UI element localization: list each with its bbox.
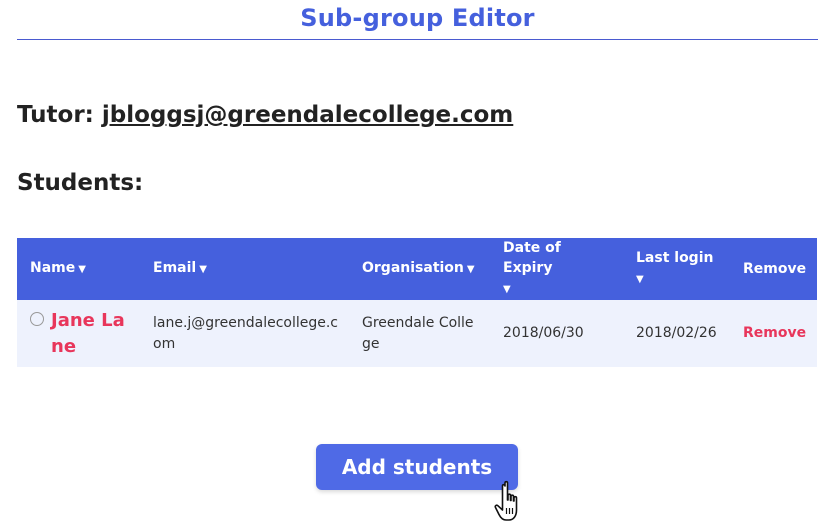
add-students-button[interactable]: Add students	[316, 444, 518, 490]
tutor-line: Tutor: jbloggsj@greendalecollege.com	[17, 102, 513, 128]
tutor-email-link[interactable]: jbloggsj@greendalecollege.com	[102, 102, 513, 128]
caret-down-icon: ▼	[466, 264, 475, 275]
column-header-last-login[interactable]: Last login ▼	[623, 238, 730, 300]
column-header-remove: Remove	[743, 261, 807, 277]
remove-button[interactable]: Remove	[743, 325, 806, 341]
student-expiry: 2018/06/30	[503, 325, 584, 341]
caret-down-icon: ▼	[78, 264, 86, 275]
student-email: lane.j@greendalecollege.com	[153, 314, 339, 352]
page-title: Sub-group Editor	[300, 4, 535, 32]
table-row: Jane Lane lane.j@greendalecollege.com Gr…	[17, 300, 817, 367]
students-table: Name ▼ Email ▼ Organisation ▼ Date of Expir…	[17, 238, 817, 367]
title-divider	[17, 39, 818, 40]
column-header-expiry[interactable]: Date of Expiry ▼	[490, 238, 623, 300]
students-heading: Students:	[17, 170, 144, 196]
tutor-label: Tutor:	[17, 102, 94, 128]
column-header-organisation[interactable]: Organisation ▼	[349, 238, 490, 300]
hand-pointer-icon	[494, 480, 518, 521]
student-name-link[interactable]: Jane Lane	[51, 308, 132, 360]
student-last-login: 2018/02/26	[636, 325, 717, 341]
select-radio-icon[interactable]	[30, 311, 44, 326]
column-header-email[interactable]: Email ▼	[140, 238, 349, 300]
student-organisation: Greendale College	[362, 314, 474, 352]
caret-down-icon: ▼	[636, 274, 644, 285]
table-header-row: Name ▼ Email ▼ Organisation ▼ Date of Expir…	[17, 238, 817, 300]
caret-down-icon: ▼	[199, 264, 207, 275]
column-header-name[interactable]: Name ▼	[17, 238, 140, 300]
caret-down-icon: ▼	[503, 284, 511, 295]
